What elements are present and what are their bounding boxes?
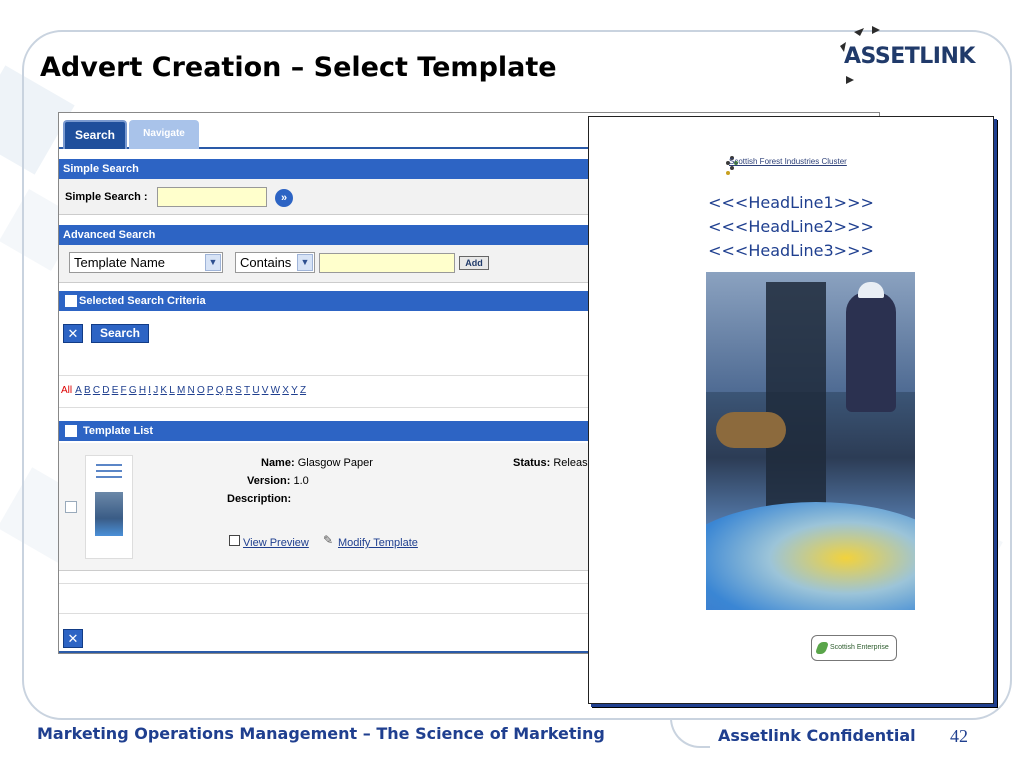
photo-hardhat bbox=[858, 282, 884, 298]
status-label: Status: bbox=[513, 457, 551, 469]
alphabet-letter-link[interactable]: I bbox=[148, 385, 151, 396]
template-version: 1.0 bbox=[293, 475, 309, 487]
search-button[interactable]: Search bbox=[91, 324, 149, 343]
operator-select[interactable]: Contains ▼ bbox=[235, 252, 315, 273]
template-row-checkbox[interactable] bbox=[65, 501, 77, 513]
alphabet-letter-link[interactable]: Y bbox=[291, 385, 298, 396]
selected-criteria-title: Selected Search Criteria bbox=[79, 295, 206, 307]
scottish-enterprise-badge: Scottish Enterprise bbox=[811, 635, 897, 661]
page-number: 42 bbox=[950, 726, 968, 746]
template-list-checkbox[interactable] bbox=[65, 425, 77, 437]
clear-criteria-icon[interactable]: ✕ bbox=[63, 324, 83, 343]
footer-confidential: Assetlink Confidential bbox=[718, 726, 916, 745]
template-version-field: Version: 1.0 bbox=[247, 475, 309, 487]
chevron-down-icon: ▼ bbox=[297, 254, 313, 271]
assetlink-logo: ASSETLINK bbox=[832, 24, 982, 88]
badge-text: Scottish Enterprise bbox=[830, 644, 889, 651]
alphabet-letter-link[interactable]: P bbox=[207, 385, 214, 396]
alphabet-letter-link[interactable]: Q bbox=[216, 385, 224, 396]
selected-criteria-checkbox[interactable] bbox=[65, 295, 77, 307]
template-description-field: Description: bbox=[227, 493, 291, 505]
alphabet-letter-link[interactable]: Z bbox=[300, 385, 306, 396]
thumb-line bbox=[96, 464, 122, 466]
slide-title: Advert Creation – Select Template bbox=[40, 52, 557, 83]
alphabet-letter-link[interactable]: G bbox=[129, 385, 137, 396]
thumb-image bbox=[95, 492, 123, 536]
pencil-icon: ✎ bbox=[323, 533, 334, 547]
chevron-down-icon: ▼ bbox=[205, 254, 221, 271]
tab-search[interactable]: Search bbox=[63, 120, 127, 149]
alphabet-letter-link[interactable]: H bbox=[139, 385, 146, 396]
preview-icon bbox=[229, 535, 240, 546]
alphabet-letter-link[interactable]: V bbox=[262, 385, 269, 396]
photo-swoosh bbox=[706, 502, 915, 610]
alphabet-letter-link[interactable]: C bbox=[93, 385, 100, 396]
alphabet-letter-link[interactable]: U bbox=[252, 385, 259, 396]
photo-worker bbox=[846, 292, 896, 412]
close-icon[interactable]: ✕ bbox=[63, 629, 83, 648]
footer-curve bbox=[670, 718, 710, 748]
view-preview-link[interactable]: View Preview bbox=[243, 537, 309, 549]
alphabet-letter-link[interactable]: L bbox=[169, 385, 175, 396]
thumb-line bbox=[96, 476, 122, 478]
version-label: Version: bbox=[247, 475, 291, 487]
thumb-line bbox=[96, 470, 122, 472]
add-button[interactable]: Add bbox=[459, 256, 489, 270]
alphabet-letter-link[interactable]: J bbox=[153, 385, 158, 396]
alphabet-letter-link[interactable]: R bbox=[226, 385, 233, 396]
template-name: Glasgow Paper bbox=[297, 457, 373, 469]
tab-navigate[interactable]: Navigate bbox=[129, 120, 199, 149]
alphabet-letter-link[interactable]: T bbox=[244, 385, 250, 396]
field-select-value: Template Name bbox=[74, 255, 166, 270]
template-name-field: Name: Glasgow Paper bbox=[261, 457, 373, 469]
alphabet-letter-link[interactable]: F bbox=[121, 385, 127, 396]
alphabet-letter-link[interactable]: W bbox=[271, 385, 280, 396]
logo-text: ASSETLINK bbox=[844, 44, 975, 69]
headline-3: <<<HeadLine3>>> bbox=[708, 241, 874, 260]
alphabet-letter-link[interactable]: K bbox=[160, 385, 167, 396]
simple-search-input[interactable] bbox=[157, 187, 267, 207]
leaf-icon bbox=[814, 642, 830, 654]
footer-left-text: Marketing Operations Management – The Sc… bbox=[37, 724, 605, 743]
modify-template-link[interactable]: Modify Template bbox=[338, 537, 418, 549]
alphabet-letter-link[interactable]: D bbox=[102, 385, 109, 396]
alphabet-all-link[interactable]: All bbox=[61, 385, 72, 396]
worker-photo bbox=[706, 272, 915, 610]
description-label: Description: bbox=[227, 493, 292, 505]
alphabet-letter-link[interactable]: O bbox=[197, 385, 205, 396]
photo-log bbox=[716, 412, 786, 448]
template-list-title: Template List bbox=[83, 425, 154, 437]
photo-machinery bbox=[766, 282, 826, 522]
cluster-brand: Scottish Forest Industries Cluster bbox=[729, 157, 847, 166]
operator-select-value: Contains bbox=[240, 255, 292, 270]
alphabet-letter-link[interactable]: S bbox=[235, 385, 242, 396]
field-select[interactable]: Template Name ▼ bbox=[69, 252, 223, 273]
name-label: Name: bbox=[261, 457, 295, 469]
template-status-field: Status: Releas bbox=[513, 457, 588, 469]
alphabet-letter-link[interactable]: X bbox=[282, 385, 289, 396]
alphabet-letter-link[interactable]: B bbox=[84, 385, 91, 396]
template-thumbnail[interactable] bbox=[85, 455, 133, 559]
alphabet-letter-link[interactable]: A bbox=[75, 385, 82, 396]
alphabet-letter-link[interactable]: N bbox=[188, 385, 195, 396]
simple-search-label: Simple Search : bbox=[65, 191, 148, 203]
alphabet-letter-link[interactable]: E bbox=[112, 385, 119, 396]
template-preview: Scottish Forest Industries Cluster <<<He… bbox=[588, 116, 994, 704]
double-chevron-right-icon[interactable]: » bbox=[275, 189, 293, 207]
alphabet-filter: All A B C D E F G H I J K L M N O P Q R S T U V W X Y Z bbox=[61, 385, 308, 396]
headline-1: <<<HeadLine1>>> bbox=[708, 193, 874, 212]
alphabet-letter-link[interactable]: M bbox=[177, 385, 185, 396]
template-status: Releas bbox=[553, 457, 588, 469]
headline-2: <<<HeadLine2>>> bbox=[708, 217, 874, 236]
advanced-search-input[interactable] bbox=[319, 253, 455, 273]
